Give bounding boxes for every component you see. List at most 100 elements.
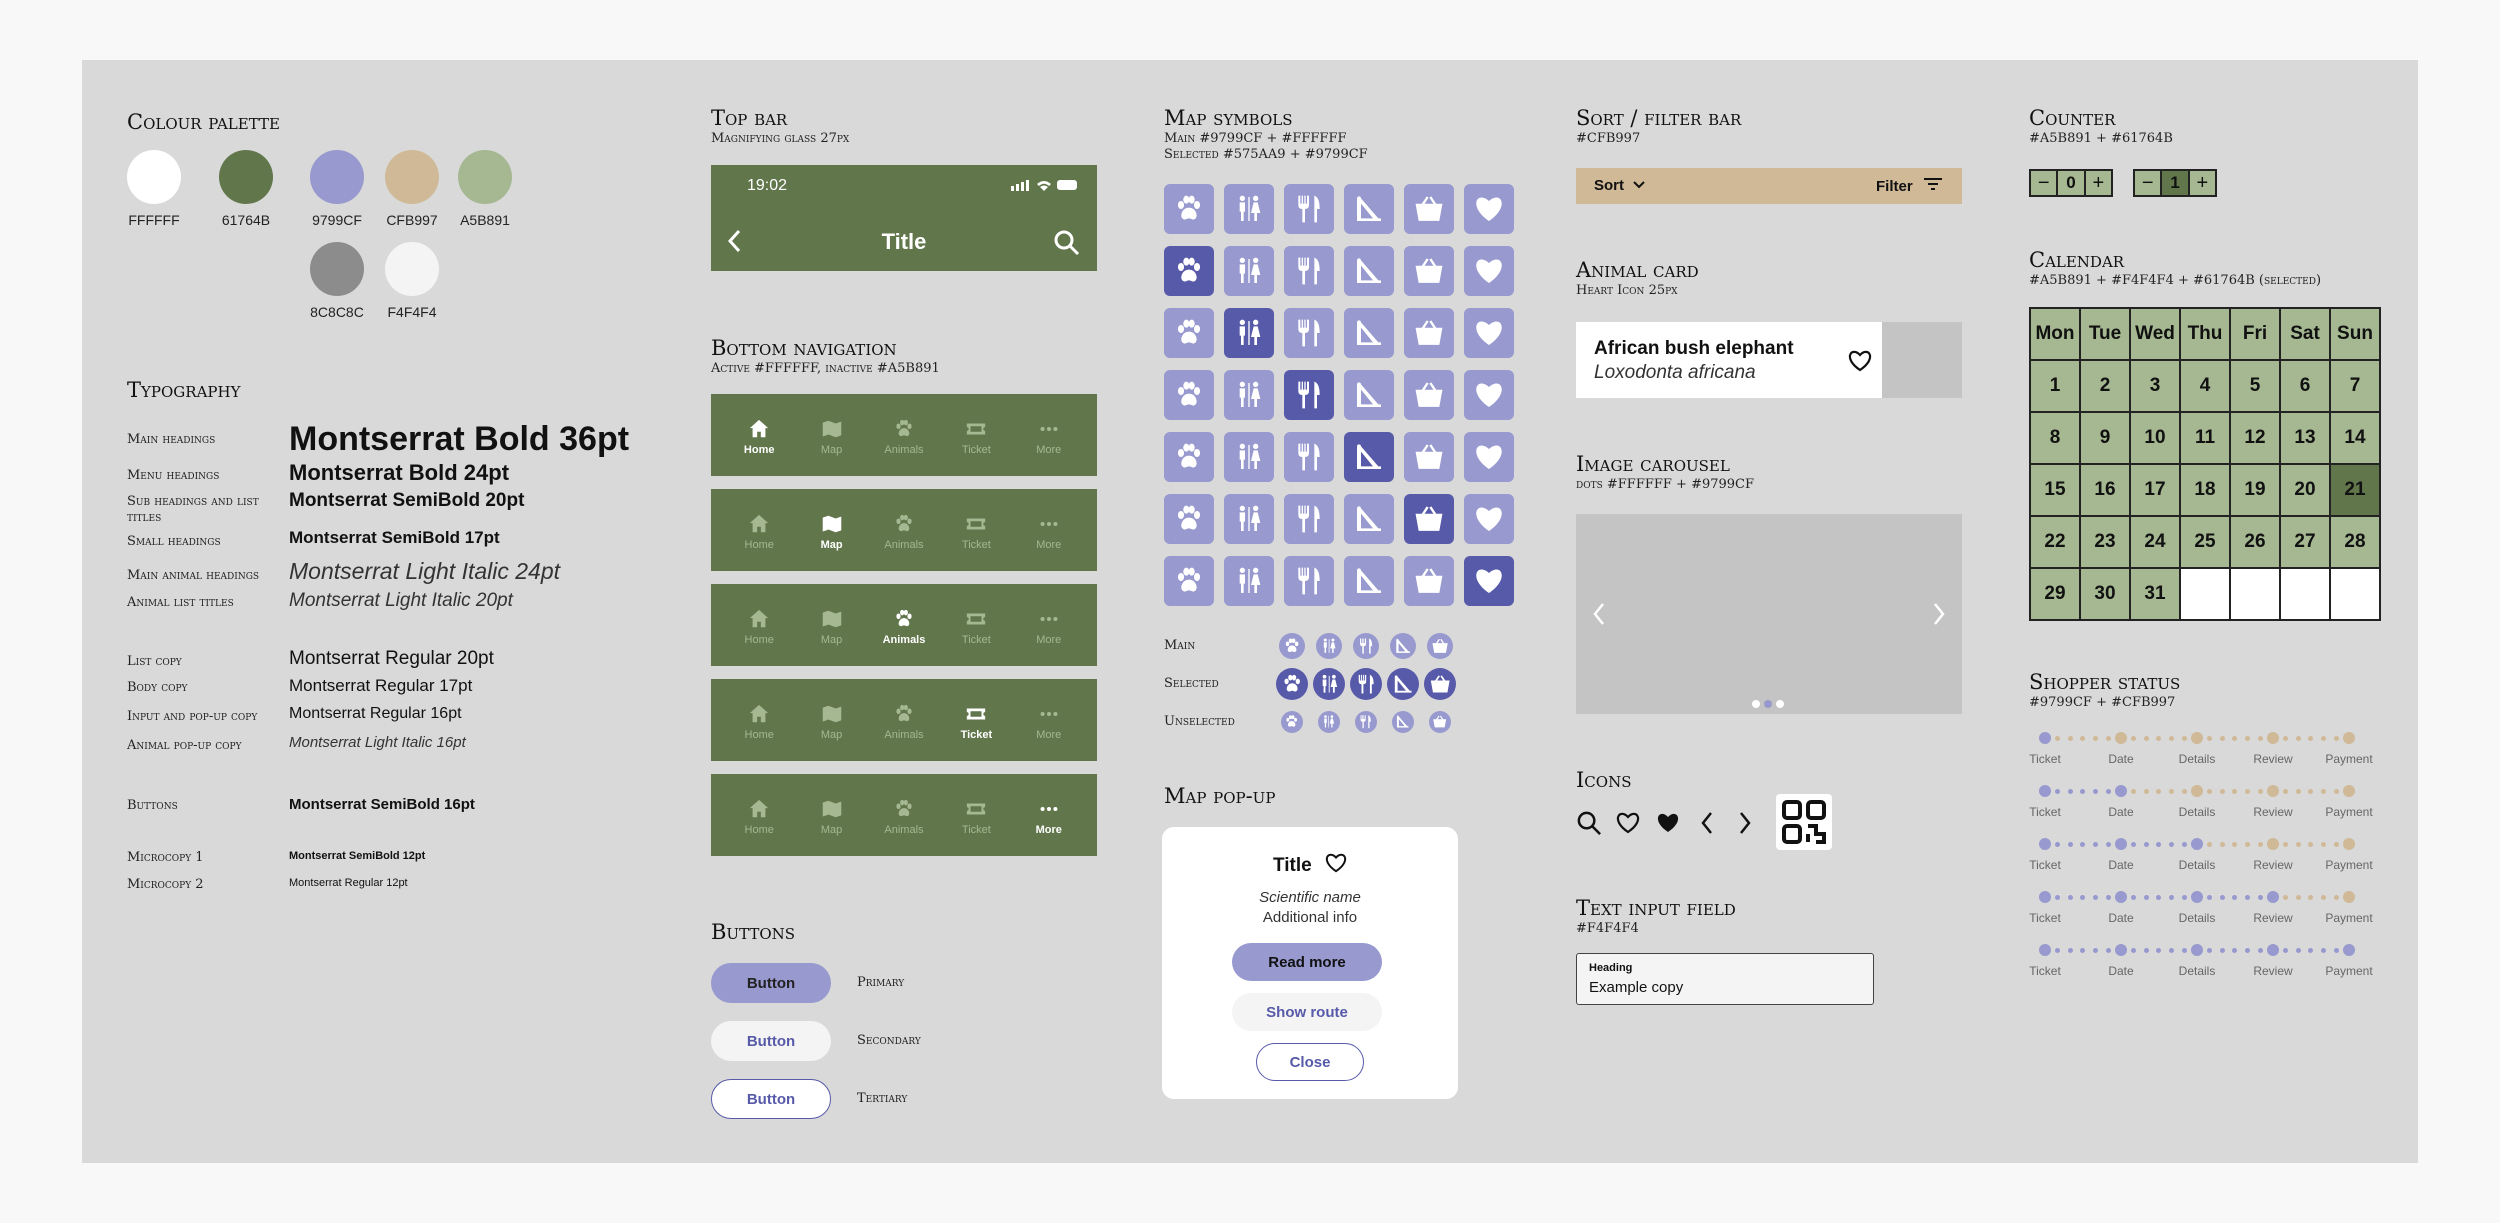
calendar-day[interactable]: 31 [2131, 569, 2179, 619]
chevron-right-icon[interactable] [1738, 811, 1752, 840]
calendar-day[interactable]: 25 [2181, 517, 2229, 567]
map-symbol-toilet-icon[interactable] [1224, 370, 1274, 420]
calendar-day[interactable]: 17 [2131, 465, 2179, 515]
calendar-day[interactable]: 4 [2181, 361, 2229, 411]
heart-filled-icon[interactable] [1656, 812, 1680, 839]
nav-item-animals[interactable]: Animals [874, 699, 934, 741]
map-symbol-toilet-icon[interactable] [1224, 494, 1274, 544]
calendar-day[interactable]: 21 [2331, 465, 2379, 515]
map-symbol-playground-icon[interactable] [1344, 308, 1394, 358]
map-symbol-toilet-icon[interactable] [1313, 668, 1345, 700]
primary-button[interactable]: Button [711, 963, 831, 1003]
nav-item-animals[interactable]: Animals [874, 509, 934, 551]
calendar-day[interactable]: 27 [2281, 517, 2329, 567]
nav-item-more[interactable]: More [1019, 509, 1079, 551]
map-symbol-toilet-icon[interactable] [1224, 246, 1274, 296]
calendar-day[interactable]: 15 [2031, 465, 2079, 515]
read-more-button[interactable]: Read more [1232, 943, 1382, 981]
map-symbol-basket-icon[interactable] [1404, 494, 1454, 544]
map-symbol-food-icon[interactable] [1284, 184, 1334, 234]
calendar-day[interactable]: 9 [2081, 413, 2129, 463]
nav-item-map[interactable]: Map [802, 794, 862, 836]
map-symbol-heart-icon[interactable] [1464, 308, 1514, 358]
calendar-day[interactable]: 24 [2131, 517, 2179, 567]
nav-item-more[interactable]: More [1019, 699, 1079, 741]
map-symbol-paw-icon[interactable] [1164, 494, 1214, 544]
calendar-day[interactable]: 13 [2281, 413, 2329, 463]
calendar-day[interactable]: 2 [2081, 361, 2129, 411]
filter-button[interactable]: Filter [1876, 177, 1943, 195]
map-symbol-basket-icon[interactable] [1427, 633, 1453, 659]
nav-item-map[interactable]: Map [802, 509, 862, 551]
map-symbol-toilet-icon[interactable] [1224, 308, 1274, 358]
calendar-day[interactable]: 18 [2181, 465, 2229, 515]
map-symbol-paw-icon[interactable] [1164, 432, 1214, 482]
map-symbol-paw-icon[interactable] [1164, 308, 1214, 358]
map-symbol-basket-icon[interactable] [1404, 308, 1454, 358]
sort-button[interactable]: Sort [1594, 177, 1646, 194]
nav-item-home[interactable]: Home [729, 414, 789, 456]
map-symbol-basket-icon[interactable] [1424, 668, 1456, 700]
nav-item-map[interactable]: Map [802, 604, 862, 646]
search-icon[interactable] [1576, 810, 1602, 841]
map-symbol-basket-icon[interactable] [1404, 184, 1454, 234]
map-symbol-playground-icon[interactable] [1344, 246, 1394, 296]
animal-card[interactable]: African bush elephant Loxodonta africana [1576, 322, 1962, 398]
nav-item-animals[interactable]: Animals [874, 604, 934, 646]
map-symbol-basket-icon[interactable] [1404, 556, 1454, 606]
map-symbol-heart-icon[interactable] [1464, 556, 1514, 606]
map-symbol-paw-icon[interactable] [1281, 711, 1303, 733]
map-symbol-paw-icon[interactable] [1279, 633, 1305, 659]
calendar-day[interactable]: 14 [2331, 413, 2379, 463]
heart-outline-icon[interactable] [1616, 812, 1640, 839]
calendar-day[interactable]: 23 [2081, 517, 2129, 567]
carousel-next-icon[interactable] [1932, 602, 1946, 631]
calendar-day[interactable]: 19 [2231, 465, 2279, 515]
map-symbol-food-icon[interactable] [1353, 633, 1379, 659]
chevron-left-icon[interactable] [1700, 811, 1714, 840]
map-symbol-toilet-icon[interactable] [1318, 711, 1340, 733]
map-symbol-heart-icon[interactable] [1464, 246, 1514, 296]
calendar-day[interactable]: 10 [2131, 413, 2179, 463]
map-symbol-playground-icon[interactable] [1344, 556, 1394, 606]
nav-item-map[interactable]: Map [802, 699, 862, 741]
nav-item-ticket[interactable]: Ticket [946, 699, 1006, 741]
map-symbol-paw-icon[interactable] [1164, 370, 1214, 420]
heart-outline-icon[interactable] [1325, 853, 1347, 879]
nav-item-ticket[interactable]: Ticket [946, 604, 1006, 646]
map-symbol-food-icon[interactable] [1284, 370, 1334, 420]
map-symbol-playground-icon[interactable] [1387, 668, 1419, 700]
map-symbol-toilet-icon[interactable] [1224, 556, 1274, 606]
map-symbol-playground-icon[interactable] [1392, 711, 1414, 733]
nav-item-home[interactable]: Home [729, 699, 789, 741]
nav-item-more[interactable]: More [1019, 604, 1079, 646]
map-symbol-food-icon[interactable] [1350, 668, 1382, 700]
calendar-day[interactable]: 29 [2031, 569, 2079, 619]
calendar-day[interactable]: 22 [2031, 517, 2079, 567]
search-icon[interactable] [1053, 229, 1080, 261]
calendar-day[interactable]: 7 [2331, 361, 2379, 411]
map-symbol-toilet-icon[interactable] [1224, 184, 1274, 234]
nav-item-animals[interactable]: Animals [874, 414, 934, 456]
carousel-dots[interactable] [1750, 696, 1790, 714]
calendar-day[interactable]: 1 [2031, 361, 2079, 411]
map-symbol-playground-icon[interactable] [1344, 494, 1394, 544]
secondary-button[interactable]: Button [711, 1021, 831, 1061]
calendar-day[interactable]: 5 [2231, 361, 2279, 411]
increment-button[interactable]: + [2190, 171, 2215, 195]
nav-item-ticket[interactable]: Ticket [946, 414, 1006, 456]
decrement-button[interactable]: − [2031, 171, 2059, 195]
map-symbol-playground-icon[interactable] [1390, 633, 1416, 659]
map-symbol-heart-icon[interactable] [1464, 494, 1514, 544]
map-symbol-paw-icon[interactable] [1164, 556, 1214, 606]
decrement-button[interactable]: − [2135, 171, 2163, 195]
map-symbol-food-icon[interactable] [1284, 556, 1334, 606]
increment-button[interactable]: + [2086, 171, 2111, 195]
map-symbol-playground-icon[interactable] [1344, 184, 1394, 234]
text-input-field[interactable]: Heading Example copy [1576, 953, 1874, 1005]
calendar-day[interactable]: 6 [2281, 361, 2329, 411]
map-symbol-heart-icon[interactable] [1464, 370, 1514, 420]
map-symbol-basket-icon[interactable] [1429, 711, 1451, 733]
map-symbol-toilet-icon[interactable] [1316, 633, 1342, 659]
calendar-day[interactable]: 26 [2231, 517, 2279, 567]
